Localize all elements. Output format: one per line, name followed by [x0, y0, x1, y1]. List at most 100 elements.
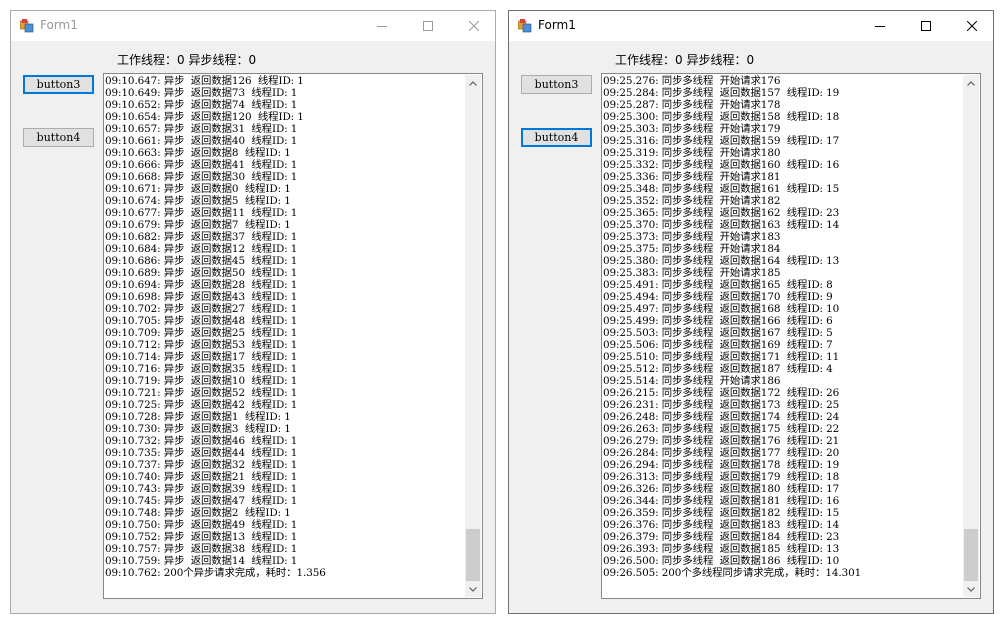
list-item[interactable]: 09:10.730: 异步 返回数据3 线程ID: 1: [105, 423, 465, 435]
scroll-up-button[interactable]: [465, 75, 481, 91]
list-item[interactable]: 09:25.316: 同步多线程 返回数据159 线程ID: 17: [603, 135, 963, 147]
form1-window-left[interactable]: Form1 工作线程：0 异步线程：0 button3 button4 09:1…: [10, 10, 496, 614]
close-button[interactable]: [949, 11, 995, 41]
list-item[interactable]: 09:25.300: 同步多线程 返回数据158 线程ID: 18: [603, 111, 963, 123]
maximize-button[interactable]: [903, 11, 949, 41]
maximize-button[interactable]: [405, 11, 451, 41]
list-item[interactable]: 09:10.743: 异步 返回数据39 线程ID: 1: [105, 483, 465, 495]
list-item[interactable]: 09:10.649: 异步 返回数据73 线程ID: 1: [105, 87, 465, 99]
list-item[interactable]: 09:26.326: 同步多线程 返回数据180 线程ID: 17: [603, 483, 963, 495]
list-item[interactable]: 09:10.719: 异步 返回数据10 线程ID: 1: [105, 375, 465, 387]
list-item[interactable]: 09:10.679: 异步 返回数据7 线程ID: 1: [105, 219, 465, 231]
list-item[interactable]: 09:26.379: 同步多线程 返回数据184 线程ID: 23: [603, 531, 963, 543]
list-item[interactable]: 09:26.376: 同步多线程 返回数据183 线程ID: 14: [603, 519, 963, 531]
list-item[interactable]: 09:26.344: 同步多线程 返回数据181 线程ID: 16: [603, 495, 963, 507]
list-item[interactable]: 09:10.671: 异步 返回数据0 线程ID: 1: [105, 183, 465, 195]
scroll-up-button[interactable]: [963, 75, 979, 91]
list-item[interactable]: 09:25.499: 同步多线程 返回数据166 线程ID: 6: [603, 315, 963, 327]
scrollbar-thumb[interactable]: [466, 529, 480, 581]
list-item[interactable]: 09:25.510: 同步多线程 返回数据171 线程ID: 11: [603, 351, 963, 363]
list-item[interactable]: 09:26.284: 同步多线程 返回数据177 线程ID: 20: [603, 447, 963, 459]
title-bar[interactable]: Form1: [509, 11, 993, 41]
form1-window-right[interactable]: Form1 工作线程：0 异步线程：0 button3 button4 09:2…: [508, 10, 994, 614]
list-item[interactable]: 09:10.668: 异步 返回数据30 线程ID: 1: [105, 171, 465, 183]
list-item[interactable]: 09:25.491: 同步多线程 返回数据165 线程ID: 8: [603, 279, 963, 291]
list-item[interactable]: 09:10.757: 异步 返回数据38 线程ID: 1: [105, 543, 465, 555]
scroll-down-button[interactable]: [465, 581, 481, 597]
vertical-scrollbar[interactable]: [963, 75, 979, 597]
list-item[interactable]: 09:26.231: 同步多线程 返回数据173 线程ID: 25: [603, 399, 963, 411]
list-item[interactable]: 09:25.352: 同步多线程 开始请求182: [603, 195, 963, 207]
button3[interactable]: button3: [521, 75, 592, 94]
scrollbar-thumb[interactable]: [964, 529, 978, 581]
title-bar[interactable]: Form1: [11, 11, 495, 41]
list-item[interactable]: 09:26.215: 同步多线程 返回数据172 线程ID: 26: [603, 387, 963, 399]
list-item[interactable]: 09:26.263: 同步多线程 返回数据175 线程ID: 22: [603, 423, 963, 435]
list-item[interactable]: 09:26.248: 同步多线程 返回数据174 线程ID: 24: [603, 411, 963, 423]
list-item[interactable]: 09:10.705: 异步 返回数据48 线程ID: 1: [105, 315, 465, 327]
list-item[interactable]: 09:25.332: 同步多线程 返回数据160 线程ID: 16: [603, 159, 963, 171]
list-item[interactable]: 09:10.677: 异步 返回数据11 线程ID: 1: [105, 207, 465, 219]
list-item[interactable]: 09:26.313: 同步多线程 返回数据179 线程ID: 18: [603, 471, 963, 483]
list-item[interactable]: 09:10.725: 异步 返回数据42 线程ID: 1: [105, 399, 465, 411]
list-item[interactable]: 09:10.689: 异步 返回数据50 线程ID: 1: [105, 267, 465, 279]
list-item[interactable]: 09:10.684: 异步 返回数据12 线程ID: 1: [105, 243, 465, 255]
list-item[interactable]: 09:10.686: 异步 返回数据45 线程ID: 1: [105, 255, 465, 267]
list-item[interactable]: 09:26.393: 同步多线程 返回数据185 线程ID: 13: [603, 543, 963, 555]
list-item[interactable]: 09:10.666: 异步 返回数据41 线程ID: 1: [105, 159, 465, 171]
list-item[interactable]: 09:10.716: 异步 返回数据35 线程ID: 1: [105, 363, 465, 375]
list-item[interactable]: 09:25.373: 同步多线程 开始请求183: [603, 231, 963, 243]
list-item[interactable]: 09:26.359: 同步多线程 返回数据182 线程ID: 15: [603, 507, 963, 519]
list-item[interactable]: 09:25.303: 同步多线程 开始请求179: [603, 123, 963, 135]
log-listbox[interactable]: 09:10.647: 异步 返回数据126 线程ID: 1 09:10.649: …: [103, 73, 483, 599]
list-item[interactable]: 09:25.383: 同步多线程 开始请求185: [603, 267, 963, 279]
list-item[interactable]: 09:10.750: 异步 返回数据49 线程ID: 1: [105, 519, 465, 531]
list-item[interactable]: 09:25.375: 同步多线程 开始请求184: [603, 243, 963, 255]
list-item[interactable]: 09:25.336: 同步多线程 开始请求181: [603, 171, 963, 183]
list-item[interactable]: 09:10.654: 异步 返回数据120 线程ID: 1: [105, 111, 465, 123]
list-item[interactable]: 09:10.721: 异步 返回数据52 线程ID: 1: [105, 387, 465, 399]
list-item[interactable]: 09:25.512: 同步多线程 返回数据187 线程ID: 4: [603, 363, 963, 375]
button4[interactable]: button4: [521, 128, 592, 147]
list-item[interactable]: 09:10.657: 异步 返回数据31 线程ID: 1: [105, 123, 465, 135]
list-item[interactable]: 09:10.714: 异步 返回数据17 线程ID: 1: [105, 351, 465, 363]
list-item[interactable]: 09:10.663: 异步 返回数据8 线程ID: 1: [105, 147, 465, 159]
list-item[interactable]: 09:10.709: 异步 返回数据25 线程ID: 1: [105, 327, 465, 339]
list-item[interactable]: 09:10.732: 异步 返回数据46 线程ID: 1: [105, 435, 465, 447]
list-item[interactable]: 09:25.380: 同步多线程 返回数据164 线程ID: 13: [603, 255, 963, 267]
list-item[interactable]: 09:10.740: 异步 返回数据21 线程ID: 1: [105, 471, 465, 483]
list-item[interactable]: 09:10.762: 200个异步请求完成，耗时：1.356: [105, 567, 465, 579]
list-item[interactable]: 09:10.752: 异步 返回数据13 线程ID: 1: [105, 531, 465, 543]
list-item[interactable]: 09:10.745: 异步 返回数据47 线程ID: 1: [105, 495, 465, 507]
list-item[interactable]: 09:10.759: 异步 返回数据14 线程ID: 1: [105, 555, 465, 567]
button4[interactable]: button4: [23, 128, 94, 147]
list-item[interactable]: 09:25.497: 同步多线程 返回数据168 线程ID: 10: [603, 303, 963, 315]
button3[interactable]: button3: [23, 75, 94, 94]
scroll-down-button[interactable]: [963, 581, 979, 597]
list-item[interactable]: 09:10.647: 异步 返回数据126 线程ID: 1: [105, 75, 465, 87]
list-item[interactable]: 09:25.370: 同步多线程 返回数据163 线程ID: 14: [603, 219, 963, 231]
list-item[interactable]: 09:26.294: 同步多线程 返回数据178 线程ID: 19: [603, 459, 963, 471]
log-listbox[interactable]: 09:25.276: 同步多线程 开始请求176 09:25.284: 同步多线程…: [601, 73, 981, 599]
list-item[interactable]: 09:10.728: 异步 返回数据1 线程ID: 1: [105, 411, 465, 423]
close-button[interactable]: [451, 11, 497, 41]
list-item[interactable]: 09:10.694: 异步 返回数据28 线程ID: 1: [105, 279, 465, 291]
list-item[interactable]: 09:10.702: 异步 返回数据27 线程ID: 1: [105, 303, 465, 315]
list-item[interactable]: 09:25.494: 同步多线程 返回数据170 线程ID: 9: [603, 291, 963, 303]
list-item[interactable]: 09:10.661: 异步 返回数据40 线程ID: 1: [105, 135, 465, 147]
list-item[interactable]: 09:10.698: 异步 返回数据43 线程ID: 1: [105, 291, 465, 303]
list-item[interactable]: 09:25.514: 同步多线程 开始请求186: [603, 375, 963, 387]
list-item[interactable]: 09:25.365: 同步多线程 返回数据162 线程ID: 23: [603, 207, 963, 219]
list-item[interactable]: 09:10.735: 异步 返回数据44 线程ID: 1: [105, 447, 465, 459]
list-item[interactable]: 09:10.737: 异步 返回数据32 线程ID: 1: [105, 459, 465, 471]
list-item[interactable]: 09:26.500: 同步多线程 返回数据186 线程ID: 10: [603, 555, 963, 567]
list-item[interactable]: 09:10.748: 异步 返回数据2 线程ID: 1: [105, 507, 465, 519]
list-item[interactable]: 09:25.319: 同步多线程 开始请求180: [603, 147, 963, 159]
list-item[interactable]: 09:10.674: 异步 返回数据5 线程ID: 1: [105, 195, 465, 207]
list-item[interactable]: 09:25.348: 同步多线程 返回数据161 线程ID: 15: [603, 183, 963, 195]
list-item[interactable]: 09:10.682: 异步 返回数据37 线程ID: 1: [105, 231, 465, 243]
minimize-button[interactable]: [857, 11, 903, 41]
list-item[interactable]: 09:26.505: 200个多线程同步请求完成，耗时：14.301: [603, 567, 963, 579]
list-item[interactable]: 09:26.279: 同步多线程 返回数据176 线程ID: 21: [603, 435, 963, 447]
vertical-scrollbar[interactable]: [465, 75, 481, 597]
